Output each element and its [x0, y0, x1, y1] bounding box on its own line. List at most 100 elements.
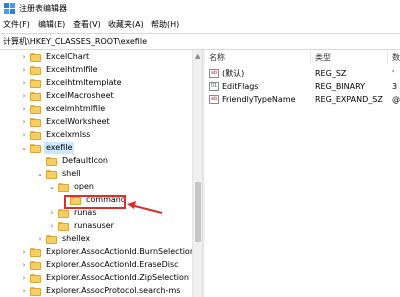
folder-icon: [30, 105, 41, 114]
expand-chevron-icon[interactable]: ›: [20, 285, 28, 297]
tree-item[interactable]: › Explorer.AssocActionId.EraseDisc: [0, 259, 192, 271]
expand-chevron-icon[interactable]: ›: [48, 207, 56, 219]
value-name: (默认): [222, 69, 245, 78]
collapse-chevron-icon[interactable]: ⌄: [36, 168, 44, 180]
folder-icon: [30, 66, 41, 75]
folder-icon: [30, 131, 41, 140]
tree-item-label: Excelhtmltemplate: [46, 78, 122, 87]
value-name: FriendlyTypeName: [222, 95, 296, 104]
address-bar[interactable]: 计算机\HKEY_CLASSES_ROOT\exefile: [0, 33, 400, 50]
expand-chevron-icon[interactable]: ›: [20, 272, 28, 284]
tree-item-label: Explorer.AssocActionId.BurnSelection: [46, 247, 192, 256]
folder-icon: [30, 79, 41, 88]
value-data: 3: [392, 82, 398, 91]
tree-item-label: DefaultIcon: [62, 156, 108, 165]
folder-icon: [30, 144, 41, 153]
expand-chevron-icon[interactable]: ›: [20, 129, 28, 141]
registry-editor-icon: [4, 3, 15, 14]
scroll-up-arrow-icon[interactable]: ▲: [195, 52, 200, 60]
window-title: 注册表编辑器: [19, 4, 67, 13]
value-type: REG_EXPAND_SZ: [315, 95, 383, 104]
tree-item[interactable]: › Excelhtmltemplate: [0, 77, 192, 89]
value-type: REG_SZ: [315, 69, 347, 78]
tree-item[interactable]: › ExcelMacrosheet: [0, 90, 192, 102]
column-header-data[interactable]: 数: [392, 51, 400, 64]
tree-item[interactable]: › ExcelChart: [0, 51, 192, 63]
tree-item[interactable]: ⌄ shell: [0, 168, 192, 180]
tree-item-label: Excelhtmlfile: [46, 65, 98, 74]
tree-item[interactable]: › runasuser: [0, 220, 192, 232]
tree-item-label: shell: [62, 169, 81, 178]
tree-item[interactable]: DefaultIcon: [0, 155, 192, 167]
folder-icon: [46, 235, 57, 244]
menu-edit[interactable]: 编辑(E): [38, 19, 65, 30]
folder-icon: [58, 222, 69, 231]
menu-file[interactable]: 文件(F): [3, 19, 30, 30]
folder-icon: [58, 209, 69, 218]
address-path[interactable]: 计算机\HKEY_CLASSES_ROOT\exefile: [3, 36, 147, 47]
tree-item-label: excelmhtmlfile: [46, 104, 106, 113]
folder-icon: [30, 261, 41, 270]
folder-icon: [58, 183, 69, 192]
tree-item[interactable]: › excelmhtmlfile: [0, 103, 192, 115]
tree-item[interactable]: › shellex: [0, 233, 192, 245]
column-header-name[interactable]: 名称: [209, 51, 225, 64]
binary-value-icon: 01: [209, 82, 219, 91]
menu-favorites[interactable]: 收藏夹(A): [108, 19, 144, 30]
folder-icon: [30, 53, 41, 62]
folder-icon: [46, 157, 57, 166]
collapse-chevron-icon[interactable]: ⌄: [48, 181, 56, 193]
folder-icon: [30, 92, 41, 101]
string-value-icon: ab: [209, 95, 219, 104]
title-bar: 注册表编辑器: [0, 0, 400, 17]
tree-item-label: ExcelChart: [46, 52, 90, 61]
expand-chevron-icon[interactable]: ›: [20, 259, 28, 271]
value-row[interactable]: ab FriendlyTypeName REG_EXPAND_SZ @: [205, 93, 400, 106]
expand-chevron-icon[interactable]: ›: [48, 220, 56, 232]
tree-item[interactable]: ⌄ exefile: [0, 142, 192, 154]
value-type: REG_BINARY: [315, 82, 366, 91]
folder-icon: [30, 118, 41, 127]
collapse-chevron-icon[interactable]: ⌄: [20, 142, 28, 154]
tree-item[interactable]: › Excelhtmlfile: [0, 64, 192, 76]
column-header-type[interactable]: 类型: [315, 51, 331, 64]
value-row[interactable]: 01 EditFlags REG_BINARY 3: [205, 80, 400, 93]
callout-highlight-box: [64, 195, 126, 209]
value-data: ': [392, 69, 395, 78]
expand-chevron-icon[interactable]: ›: [20, 77, 28, 89]
menu-bar: 文件(F) 编辑(E) 查看(V) 收藏夹(A) 帮助(H): [0, 17, 400, 32]
tree-item-label: Explorer.AssocProtocol.search-ms: [46, 286, 181, 295]
tree-item-label: ExcelWorksheet: [46, 117, 110, 126]
folder-icon: [30, 287, 41, 296]
key-tree: › ExcelChart › Excelhtmlfile › Excelhtmltempl…: [0, 50, 192, 297]
tree-item-label: runasuser: [74, 221, 114, 230]
values-pane: 名称 类型 数 ab (默认) REG_SZ ' 01 EditFlags REG_BINA…: [205, 50, 400, 297]
menu-view[interactable]: 查看(V): [73, 19, 101, 30]
expand-chevron-icon[interactable]: ›: [20, 51, 28, 63]
value-name: EditFlags: [222, 82, 259, 91]
tree-item[interactable]: › Excelxmlss: [0, 129, 192, 141]
tree-item[interactable]: › ExcelWorksheet: [0, 116, 192, 128]
tree-item-label: Excelxmlss: [46, 130, 91, 139]
tree-item-label: Explorer.AssocActionId.EraseDisc: [46, 260, 179, 269]
column-divider[interactable]: [310, 51, 311, 64]
expand-chevron-icon[interactable]: ›: [20, 246, 28, 258]
expand-chevron-icon[interactable]: ›: [20, 103, 28, 115]
tree-item-label: Explorer.AssocActionId.ZipSelection: [46, 273, 189, 282]
menu-help[interactable]: 帮助(H): [151, 19, 179, 30]
tree-item[interactable]: › Explorer.AssocActionId.ZipSelection: [0, 272, 192, 284]
folder-icon: [30, 274, 41, 283]
tree-item[interactable]: › Explorer.AssocProtocol.search-ms: [0, 285, 192, 297]
expand-chevron-icon[interactable]: ›: [20, 116, 28, 128]
value-row[interactable]: ab (默认) REG_SZ ': [205, 67, 400, 80]
string-value-icon: ab: [209, 69, 219, 78]
tree-item-label: exefile: [44, 142, 75, 154]
expand-chevron-icon[interactable]: ›: [20, 64, 28, 76]
expand-chevron-icon[interactable]: ›: [20, 90, 28, 102]
column-divider[interactable]: [387, 51, 388, 64]
tree-item[interactable]: › Explorer.AssocActionId.BurnSelection: [0, 246, 192, 258]
tree-item-label: ExcelMacrosheet: [46, 91, 114, 100]
tree-item[interactable]: ⌄ open: [0, 181, 192, 193]
expand-chevron-icon[interactable]: ›: [36, 233, 44, 245]
scroll-thumb[interactable]: [195, 182, 201, 242]
